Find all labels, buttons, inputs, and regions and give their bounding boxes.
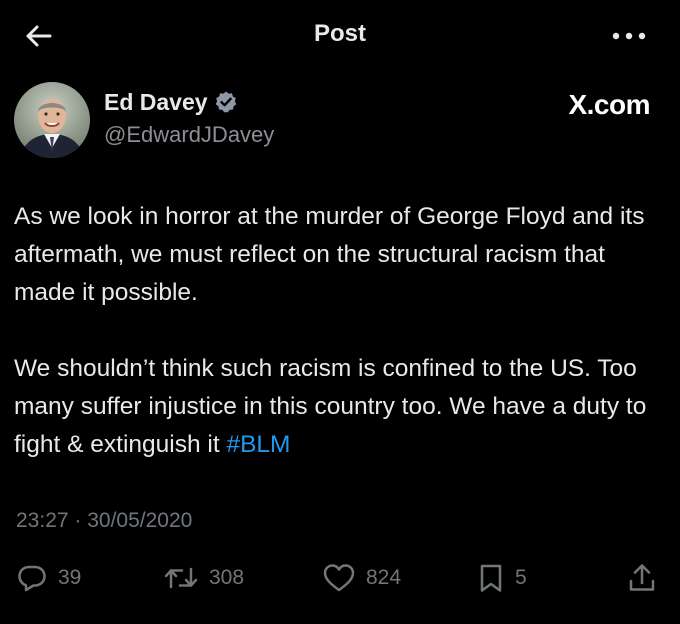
action-bar: 39 308 824 5 (0, 556, 680, 600)
bookmark-count: 5 (515, 566, 527, 589)
heart-icon (323, 564, 355, 592)
page-title: Post (313, 20, 366, 47)
verified-badge-icon (214, 90, 238, 114)
share-icon (629, 564, 655, 591)
more-horizontal-icon (612, 32, 646, 40)
author-name-row[interactable]: Ed Davey (104, 88, 238, 116)
reply-icon (18, 565, 46, 592)
share-button[interactable] (626, 556, 658, 600)
repost-icon (164, 567, 198, 589)
bookmark-button[interactable]: 5 (477, 556, 527, 600)
tweet-paragraph-2: We shouldn’t think such racism is confin… (14, 350, 670, 464)
tweet-paragraph-1: As we look in horror at the murder of Ge… (14, 203, 645, 306)
hashtag-link[interactable]: #BLM (226, 431, 290, 458)
author-handle[interactable]: @EdwardJDavey (104, 121, 274, 149)
like-button[interactable]: 824 (322, 556, 401, 600)
tweet-text: As we look in horror at the murder of Ge… (14, 198, 670, 464)
post-timestamp[interactable]: 23:27 · 30/05/2020 (16, 507, 192, 535)
reply-count: 39 (58, 566, 82, 589)
reply-button[interactable]: 39 (16, 556, 81, 600)
more-options-button[interactable] (606, 22, 652, 50)
author-avatar[interactable] (14, 82, 90, 158)
source-watermark: X.com (568, 89, 650, 120)
bookmark-icon (480, 564, 502, 592)
repost-button[interactable]: 308 (163, 556, 244, 600)
repost-count: 308 (209, 566, 245, 589)
like-count: 824 (366, 566, 402, 589)
profile-avatar (14, 82, 90, 158)
author-display-name: Ed Davey (104, 89, 208, 115)
tweet-paragraph-2-text: We shouldn’t think such racism is confin… (14, 355, 647, 458)
top-bar: Post (0, 0, 680, 72)
